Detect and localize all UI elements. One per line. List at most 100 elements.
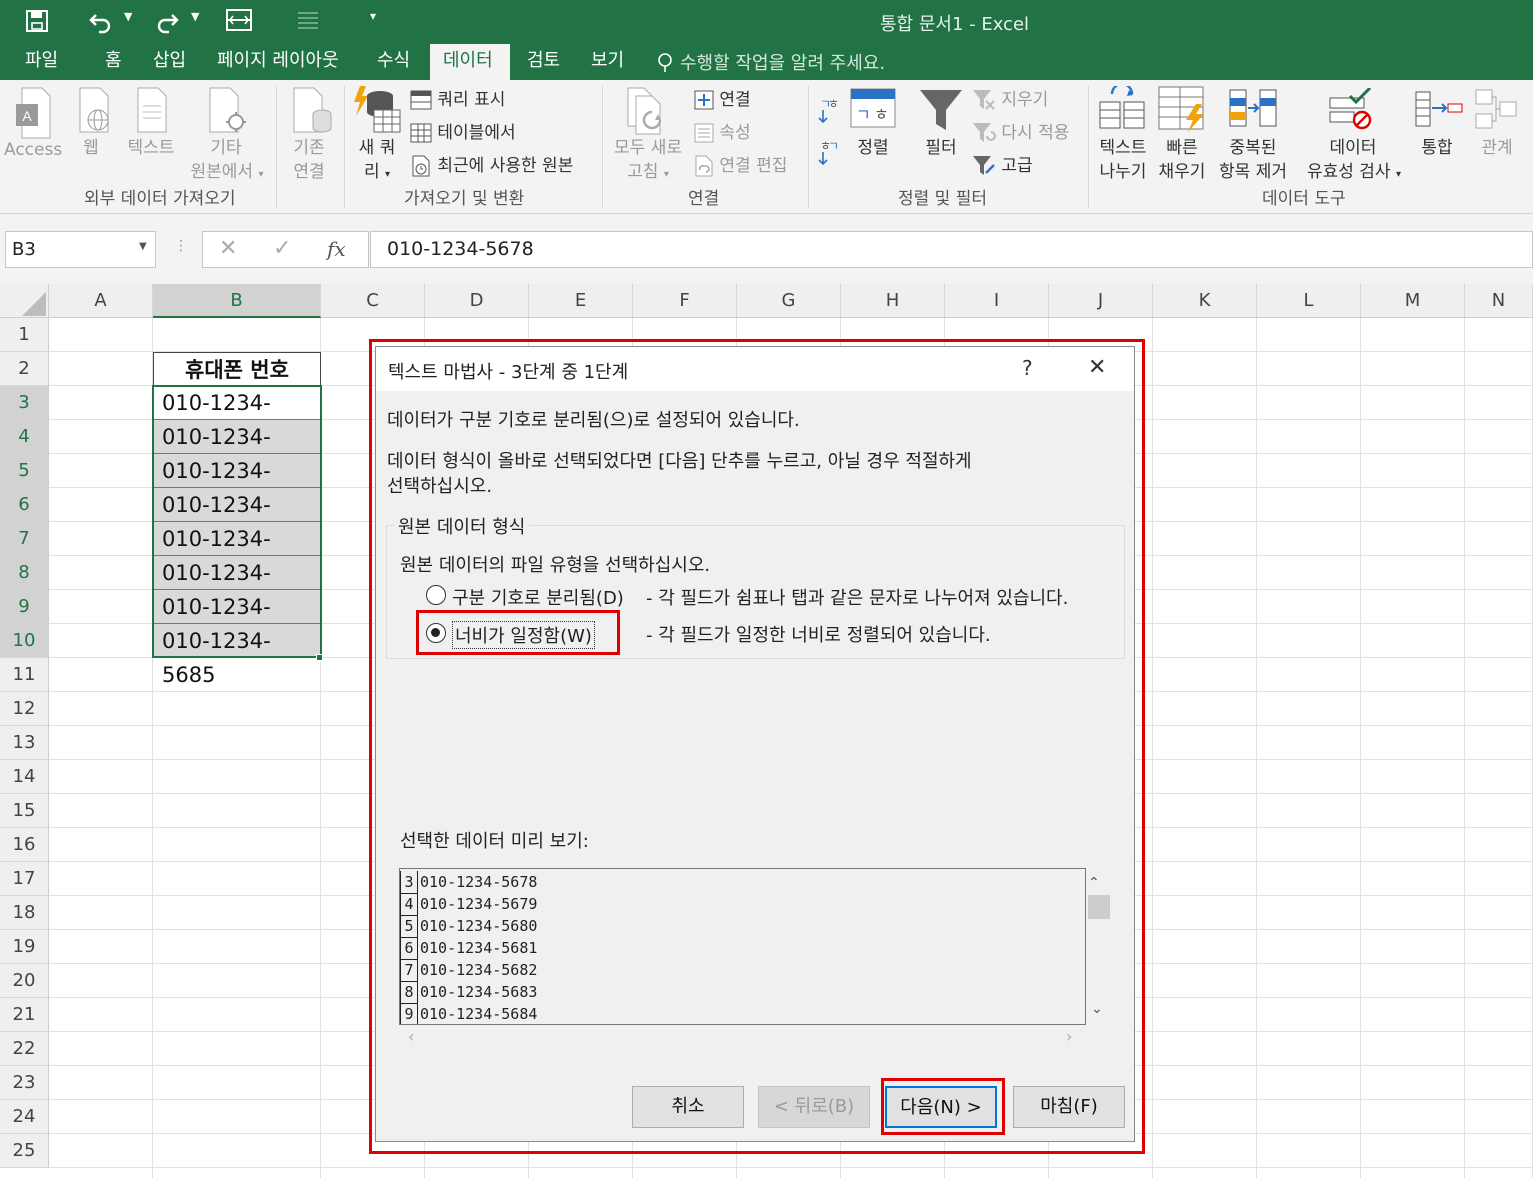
text-to-columns-qat-icon[interactable] xyxy=(225,7,253,37)
finish-button[interactable]: 마침(F) xyxy=(1013,1086,1125,1128)
save-icon[interactable] xyxy=(24,8,50,38)
row-header-17[interactable]: 17 xyxy=(0,862,49,896)
cell-B2-header[interactable]: 휴대폰 번호 xyxy=(153,352,321,386)
reapply-button[interactable]: 다시 적용 xyxy=(972,121,1069,145)
tab-page-layout[interactable]: 페이지 레이아웃 xyxy=(204,44,352,80)
undo-icon[interactable] xyxy=(88,8,114,38)
flash-fill-label[interactable]: 빠른 xyxy=(1156,136,1208,160)
clear-filter-button[interactable]: 지우기 xyxy=(972,88,1048,112)
row-header-18[interactable]: 18 xyxy=(0,896,49,930)
row-header-13[interactable]: 13 xyxy=(0,726,49,760)
name-box-dropdown-icon[interactable]: ▼ xyxy=(139,241,147,252)
tab-view[interactable]: 보기 xyxy=(578,44,637,80)
column-header-L[interactable]: L xyxy=(1257,284,1361,318)
advanced-filter-button[interactable]: 고급 xyxy=(972,154,1033,178)
edit-links-button[interactable]: 연결 편집 xyxy=(694,154,787,178)
remove-duplicates-label-2[interactable]: 항목 제거 xyxy=(1210,160,1296,184)
row-header-22[interactable]: 22 xyxy=(0,1032,49,1066)
access-button[interactable]: Access xyxy=(4,138,62,162)
confirm-entry-icon[interactable]: ✓ xyxy=(273,236,291,261)
row-header-21[interactable]: 21 xyxy=(0,998,49,1032)
row-header-15[interactable]: 15 xyxy=(0,794,49,828)
row-header-14[interactable]: 14 xyxy=(0,760,49,794)
new-query-button[interactable]: 리 ▾ xyxy=(352,160,402,187)
column-header-K[interactable]: K xyxy=(1153,284,1257,318)
column-header-H[interactable]: H xyxy=(841,284,945,318)
select-all-corner[interactable] xyxy=(0,284,49,318)
column-header-N[interactable]: N xyxy=(1465,284,1533,318)
text-to-columns-label-2[interactable]: 나누기 xyxy=(1092,160,1154,184)
help-button[interactable]: ? xyxy=(1022,356,1033,380)
sort-ascending-icon[interactable]: ㄱㅎ xyxy=(818,94,842,128)
sort-descending-icon[interactable]: ㅎㄱ xyxy=(818,136,842,170)
cancel-button[interactable]: 취소 xyxy=(632,1086,744,1128)
web-button[interactable]: 웹 xyxy=(76,136,106,160)
refresh-all-button[interactable]: 고침 ▾ xyxy=(606,160,690,187)
tab-home[interactable]: 홈 xyxy=(92,44,135,80)
row-header-19[interactable]: 19 xyxy=(0,930,49,964)
delimited-label[interactable]: 구분 기호로 분리됨(D) xyxy=(452,584,624,610)
existing-connections-label[interactable]: 기존 xyxy=(280,136,338,160)
row-header-23[interactable]: 23 xyxy=(0,1066,49,1100)
sort-button[interactable]: 정렬 xyxy=(852,136,894,160)
filter-button[interactable]: 필터 xyxy=(918,136,964,160)
text-button[interactable]: 텍스트 xyxy=(122,136,180,160)
column-header-B[interactable]: B xyxy=(153,284,321,318)
show-queries-button[interactable]: 쿼리 표시 xyxy=(410,88,505,112)
fill-handle[interactable] xyxy=(316,654,323,661)
scroll-down-icon[interactable]: ⌄ xyxy=(1091,1001,1103,1017)
customize-qat-icon[interactable]: ▾ xyxy=(370,9,376,23)
relationships-button[interactable]: 관계 xyxy=(1474,136,1520,160)
properties-button[interactable]: 속성 xyxy=(694,121,751,145)
column-header-C[interactable]: C xyxy=(321,284,425,318)
vertical-scroll-thumb[interactable] xyxy=(1088,895,1110,919)
insert-function-icon[interactable]: fx xyxy=(327,237,346,261)
column-header-D[interactable]: D xyxy=(425,284,529,318)
data-validation-label[interactable]: 데이터 xyxy=(1322,136,1384,160)
delimited-radio[interactable] xyxy=(426,585,446,605)
cancel-entry-icon[interactable]: ✕ xyxy=(219,236,237,261)
tab-insert[interactable]: 삽입 xyxy=(140,44,199,80)
redo-icon[interactable] xyxy=(154,8,180,38)
row-header-10[interactable]: 10 xyxy=(0,624,49,658)
recent-sources-button[interactable]: 최근에 사용한 원본 xyxy=(410,154,573,178)
row-header-20[interactable]: 20 xyxy=(0,964,49,998)
new-query-label[interactable]: 새 쿼 xyxy=(352,136,402,160)
tell-me-box[interactable]: 수행할 작업을 알려 주세요. xyxy=(680,49,885,75)
column-header-E[interactable]: E xyxy=(529,284,633,318)
column-header-A[interactable]: A xyxy=(49,284,153,318)
back-button[interactable]: < 뒤로(B) xyxy=(758,1086,870,1128)
row-header-7[interactable]: 7 xyxy=(0,522,49,556)
scroll-up-icon[interactable]: ⌃ xyxy=(1088,875,1100,891)
close-icon[interactable]: ✕ xyxy=(1088,355,1106,380)
row-header-12[interactable]: 12 xyxy=(0,692,49,726)
redo-dropdown-icon[interactable]: ▼ xyxy=(191,10,199,23)
tab-review[interactable]: 검토 xyxy=(514,44,573,80)
text-to-columns-label[interactable]: 텍스트 xyxy=(1092,136,1154,160)
data-preview[interactable]: 3 010-1234-5678 4 010-1234-5679 5 010-1234-56… xyxy=(399,868,1086,1025)
row-header-6[interactable]: 6 xyxy=(0,488,49,522)
undo-dropdown-icon[interactable]: ▼ xyxy=(124,10,132,23)
scroll-left-icon[interactable]: ‹ xyxy=(408,1027,414,1046)
tab-formulas[interactable]: 수식 xyxy=(364,44,423,80)
flash-fill-label-2[interactable]: 채우기 xyxy=(1152,160,1212,184)
data-validation-button[interactable]: 유효성 검사 ▾ xyxy=(1296,160,1412,187)
column-header-F[interactable]: F xyxy=(633,284,737,318)
remove-duplicates-label[interactable]: 중복된 xyxy=(1220,136,1286,160)
row-header-24[interactable]: 24 xyxy=(0,1100,49,1134)
row-header-9[interactable]: 9 xyxy=(0,590,49,624)
row-header-2[interactable]: 2 xyxy=(0,352,49,386)
column-header-J[interactable]: J xyxy=(1049,284,1153,318)
other-sources-button[interactable]: 원본에서 ▾ xyxy=(182,160,272,187)
tab-data[interactable]: 데이터 xyxy=(430,44,510,81)
row-header-1[interactable]: 1 xyxy=(0,318,49,352)
connections-button[interactable]: 연결 xyxy=(694,88,751,112)
from-table-button[interactable]: 테이블에서 xyxy=(410,121,516,145)
row-header-5[interactable]: 5 xyxy=(0,454,49,488)
tab-file[interactable]: 파일 xyxy=(12,44,71,80)
column-header-G[interactable]: G xyxy=(737,284,841,318)
row-header-16[interactable]: 16 xyxy=(0,828,49,862)
row-header-11[interactable]: 11 xyxy=(0,658,49,692)
row-header-25[interactable]: 25 xyxy=(0,1134,49,1168)
name-box[interactable]: B3 ▼ xyxy=(5,231,156,268)
